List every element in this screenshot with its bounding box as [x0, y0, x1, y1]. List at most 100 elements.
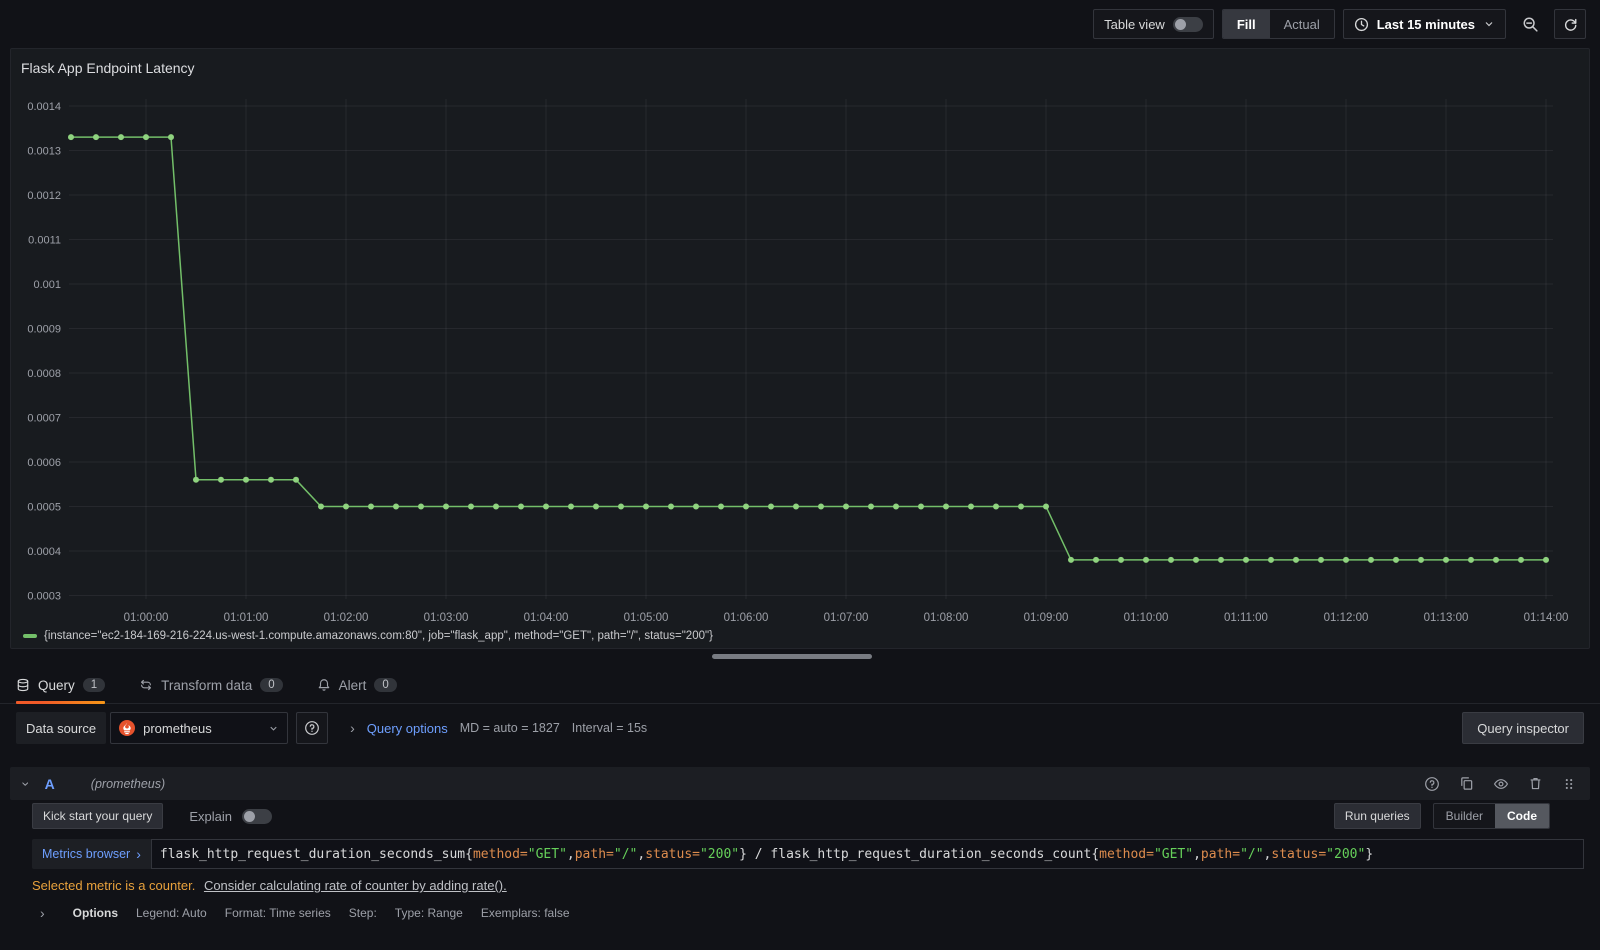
svg-text:0.0007: 0.0007: [27, 413, 61, 425]
delete-query-trash-icon[interactable]: [1528, 776, 1543, 791]
metrics-browser-button[interactable]: Metrics browser ›: [32, 839, 151, 869]
promql-token: method=: [1099, 846, 1154, 862]
svg-text:01:11:00: 01:11:00: [1224, 612, 1268, 624]
tab-query-label: Query: [38, 677, 75, 693]
svg-text:0.0006: 0.0006: [27, 457, 61, 469]
explain-label: Explain: [189, 808, 233, 824]
query-option-summary: Exemplars: false: [480, 906, 570, 920]
datasource-help-button[interactable]: [296, 712, 329, 744]
transform-icon: [139, 678, 153, 692]
chevron-right-icon: ›: [136, 846, 141, 862]
svg-text:01:12:00: 01:12:00: [1324, 612, 1369, 624]
promql-token: } / flask_http_request_duration_seconds_…: [739, 846, 1100, 862]
datasource-picker[interactable]: prometheus: [110, 712, 289, 744]
query-options-interval: Interval = 15s: [571, 721, 648, 735]
table-view-label: Table view: [1104, 16, 1165, 32]
tab-transform-label: Transform data: [161, 677, 253, 693]
tab-alert[interactable]: Alert 0: [317, 667, 397, 703]
tab-transform-count: 0: [260, 678, 283, 692]
explain-toggle[interactable]: [242, 808, 273, 824]
query-row-actions: [1424, 776, 1576, 792]
query-option-summary: Format: Time series: [224, 906, 331, 920]
svg-text:01:14:00: 01:14:00: [1524, 612, 1569, 624]
svg-text:01:05:00: 01:05:00: [624, 612, 669, 624]
kick-start-query-button[interactable]: Kick start your query: [32, 803, 164, 829]
svg-text:01:02:00: 01:02:00: [324, 612, 369, 624]
builder-code-group: Builder Code: [1432, 803, 1550, 829]
panel-title: Flask App Endpoint Latency: [21, 60, 195, 76]
fill-actual-group: Fill Actual: [1221, 9, 1335, 39]
datasource-name: prometheus: [143, 720, 212, 736]
zoom-out-icon: [1522, 16, 1539, 33]
bell-icon: [317, 678, 331, 692]
time-series-panel: Flask App Endpoint Latency 0.0014 0.0013 0…: [10, 48, 1590, 649]
svg-text:01:13:00: 01:13:00: [1424, 612, 1469, 624]
pane-resize-handle[interactable]: [712, 654, 872, 659]
svg-text:0.0014: 0.0014: [27, 101, 61, 113]
promql-token: ,: [566, 846, 575, 862]
zoom-out-button[interactable]: [1514, 9, 1546, 39]
code-mode-button[interactable]: Code: [1495, 804, 1549, 828]
actual-button[interactable]: Actual: [1270, 10, 1334, 38]
svg-text:01:08:00: 01:08:00: [924, 612, 969, 624]
collapse-chevron-icon[interactable]: ›: [18, 781, 34, 786]
query-datasource-hint: (prometheus): [90, 776, 166, 791]
drag-handle-icon[interactable]: [1562, 777, 1576, 791]
svg-text:01:06:00: 01:06:00: [724, 612, 769, 624]
promql-token: "200": [1326, 846, 1366, 862]
promql-token: "/": [1240, 846, 1264, 862]
refresh-button[interactable]: [1554, 9, 1586, 39]
options-chevron-icon[interactable]: ›: [40, 906, 45, 920]
fill-button[interactable]: Fill: [1222, 10, 1270, 38]
table-view-toggle[interactable]: [1172, 16, 1203, 32]
promql-token: "/": [613, 846, 638, 862]
promql-token: ,: [637, 846, 646, 862]
promql-token: method=: [472, 846, 528, 862]
promql-query-input[interactable]: flask_http_request_duration_seconds_sum{…: [150, 839, 1584, 869]
chevron-down-icon: [268, 723, 279, 734]
counter-warning-text: Selected metric is a counter.: [32, 878, 196, 893]
svg-text:01:04:00: 01:04:00: [524, 612, 569, 624]
chevron-right-icon: ›: [350, 720, 355, 736]
editor-tabs: Query 1 Transform data 0 Alert 0: [0, 667, 1600, 704]
tab-alert-label: Alert: [338, 677, 367, 693]
svg-text:0.001: 0.001: [33, 279, 61, 291]
database-icon: [16, 678, 30, 692]
hide-query-eye-icon[interactable]: [1493, 776, 1509, 792]
promql-token: "GET": [527, 846, 567, 862]
promql-token: flask_http_request_duration_seconds_sum{: [159, 846, 473, 862]
builder-mode-button[interactable]: Builder: [1434, 804, 1495, 828]
svg-text:0.0004: 0.0004: [27, 546, 61, 558]
add-rate-hint-link[interactable]: Consider calculating rate of counter by …: [204, 878, 507, 893]
time-range-picker[interactable]: Last 15 minutes: [1342, 9, 1506, 39]
tab-transform-data[interactable]: Transform data 0: [139, 667, 283, 703]
query-inspector-button[interactable]: Query inspector: [1462, 712, 1584, 744]
refresh-icon: [1563, 17, 1578, 32]
svg-text:0.0011: 0.0011: [28, 235, 61, 247]
svg-text:01:03:00: 01:03:00: [424, 612, 469, 624]
query-help-icon[interactable]: [1424, 776, 1440, 792]
run-queries-button[interactable]: Run queries: [1333, 803, 1421, 829]
tab-query-count: 1: [82, 678, 106, 692]
promql-token: }: [1365, 846, 1374, 862]
table-view-group: Table view: [1093, 9, 1214, 39]
query-options-group: › Query options MD = auto = 1827 Interva…: [350, 721, 647, 736]
query-options-toggle[interactable]: Query options: [367, 721, 448, 736]
svg-text:0.0013: 0.0013: [27, 146, 61, 158]
grafana-panel-editor: Table view Fill Actual Last 15 minutes F…: [0, 0, 1600, 950]
latency-chart[interactable]: 0.0014 0.0013 0.0012 0.0011 0.001 0.0009 0.000…: [11, 49, 1589, 648]
promql-token: ,: [1263, 846, 1272, 862]
query-row-header[interactable]: › A (prometheus): [10, 767, 1590, 800]
query-option-summary: Step:: [348, 906, 377, 920]
tab-alert-count: 0: [374, 678, 397, 692]
duplicate-query-icon[interactable]: [1459, 776, 1474, 791]
panel-toolbar: Table view Fill Actual Last 15 minutes: [1093, 9, 1586, 39]
legend-item[interactable]: {instance="ec2-184-169-216-224.us-west-1…: [23, 630, 713, 642]
tab-query[interactable]: Query 1: [16, 667, 106, 704]
time-range-label: Last 15 minutes: [1376, 16, 1475, 32]
svg-text:0.0003: 0.0003: [27, 591, 61, 603]
query-ref-id: A: [44, 775, 55, 792]
svg-text:01:10:00: 01:10:00: [1124, 612, 1169, 624]
query-option-summary: Legend: Auto: [136, 906, 207, 920]
options-toggle[interactable]: Options: [73, 906, 118, 920]
